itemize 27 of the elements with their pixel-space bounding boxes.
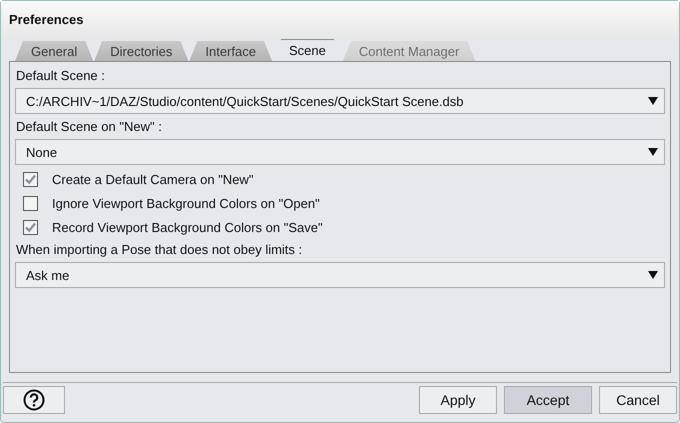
dropdown-value: C:/ARCHIV~1/DAZ/Studio/content/QuickStart/Scenes/QuickStart Scene.dsb	[26, 94, 464, 108]
checkbox[interactable]	[23, 220, 38, 235]
dropdown-value: None	[26, 144, 58, 160]
dropdown[interactable]: C:/ARCHIV~1/DAZ/Studio/content/QuickStart/Scenes/QuickStart Scene.dsb	[15, 88, 665, 114]
caret-icon	[648, 97, 658, 105]
help-icon	[23, 389, 45, 411]
setting-label: Default Scene on "New" :	[15, 118, 163, 135]
checkbox-label[interactable]: Record Viewport Background Colors on "Save"	[52, 220, 323, 235]
window-title: Preferences	[1, 1, 679, 37]
caret-icon	[648, 148, 658, 156]
caret-icon	[648, 271, 658, 279]
dropdown[interactable]: None	[15, 139, 665, 165]
help-button[interactable]	[3, 386, 65, 414]
checkbox[interactable]	[23, 196, 38, 211]
tab[interactable]: Interface	[189, 41, 272, 61]
dialog-button[interactable]: Accept	[504, 386, 592, 414]
setting-label: Default Scene :	[15, 67, 106, 84]
checkbox-label[interactable]: Create a Default Camera on "New"	[52, 172, 254, 187]
tab[interactable]: General	[15, 41, 94, 61]
dialog-button[interactable]: Cancel	[599, 386, 677, 414]
dropdown[interactable]: Ask me	[15, 262, 665, 288]
checkbox[interactable]	[23, 172, 38, 187]
dialog-button[interactable]: Apply	[419, 386, 497, 414]
tab[interactable]: Directories	[94, 41, 188, 61]
setting-label: When importing a Pose that does not obey limits :	[15, 241, 304, 258]
dropdown-value: Ask me	[26, 268, 70, 282]
checkbox-label[interactable]: Ignore Viewport Background Colors on "Open"	[52, 196, 320, 211]
